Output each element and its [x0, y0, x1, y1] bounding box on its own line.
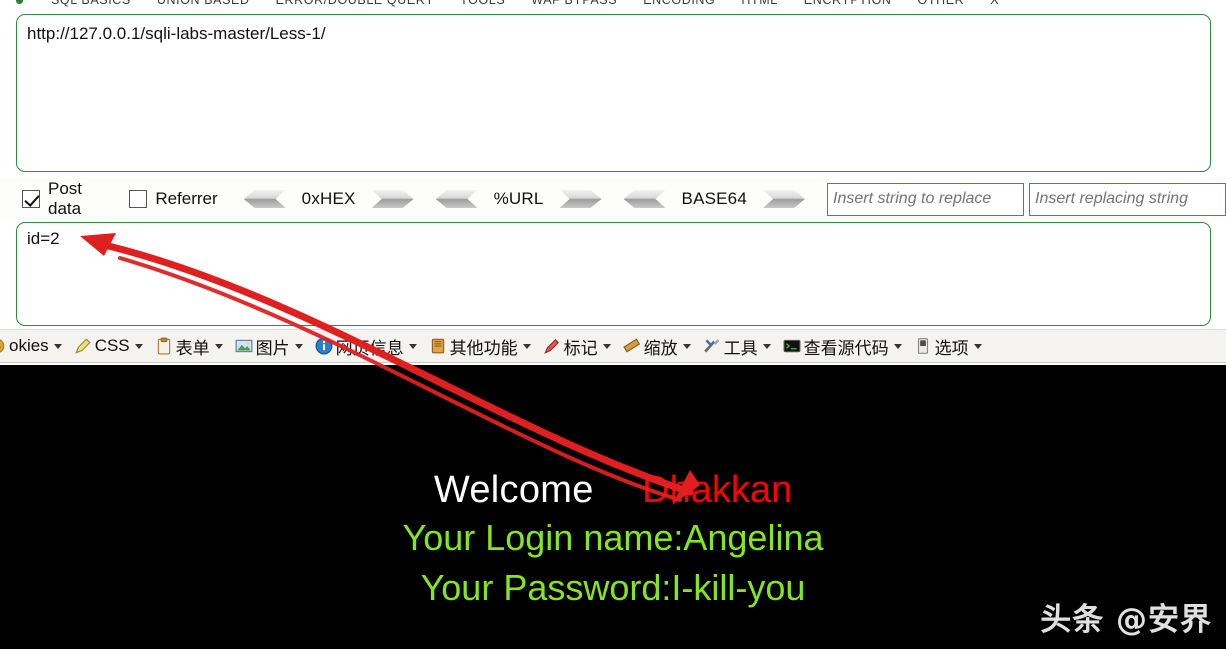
ext-item-other-functions[interactable]: 其他功能 [429, 334, 531, 359]
base64-encode-arrow-right-icon[interactable] [763, 190, 805, 208]
hex-decode-arrow-left-icon[interactable] [243, 190, 286, 208]
ruler-icon [622, 338, 640, 353]
welcome-row: Welcome Dhakkan [0, 469, 1226, 512]
top-menu-item-sql-basics[interactable]: SQL BASICS [51, 0, 131, 7]
terminal-icon [783, 339, 801, 353]
ext-item-zoom-label: 缩放 [643, 338, 678, 358]
converter-url: %URL [435, 189, 602, 209]
watermark: 头条 @安界 [1040, 602, 1212, 638]
pencil-icon [74, 338, 91, 354]
ext-item-cookies-label: okies [9, 336, 49, 355]
top-menu-item-error-double-query[interactable]: ERROR/DOUBLE QUERY [276, 0, 435, 7]
chevron-down-icon [522, 343, 531, 349]
chevron-down-icon [682, 343, 691, 349]
replacing-string-input[interactable] [1029, 182, 1226, 216]
chevron-down-icon [408, 343, 417, 349]
ext-item-options-label: 选项 [934, 338, 969, 358]
top-menu-items: SQL BASICS UNION BASED ERROR/DOUBLE QUER… [0, 0, 999, 7]
switch-icon [917, 338, 928, 354]
ext-item-tools-label: 工具 [723, 338, 758, 358]
top-menu-item-tools[interactable]: TOOLS [460, 0, 505, 7]
ext-item-view-source[interactable]: 查看源代码 [783, 334, 902, 359]
picture-icon [235, 339, 253, 353]
url-decode-arrow-left-icon[interactable] [435, 190, 478, 208]
base64-label: BASE64 [681, 189, 747, 208]
chevron-down-icon [214, 343, 223, 349]
ext-item-tools[interactable]: 工具 [703, 334, 771, 359]
referrer-checkbox-box[interactable] [129, 190, 148, 208]
rendered-page: Welcome Dhakkan Your Login name:Angelina… [0, 365, 1226, 649]
post-data-label: Post data [48, 179, 83, 218]
chevron-down-icon [762, 343, 771, 349]
ext-item-form[interactable]: 表单 [155, 334, 223, 359]
ext-item-css[interactable]: CSS [74, 336, 143, 356]
ext-item-cookies[interactable]: okies [0, 336, 62, 356]
base64-decode-arrow-left-icon[interactable] [623, 190, 666, 208]
url-textarea-value: http://127.0.0.1/sqli-labs-master/Less-1… [27, 24, 326, 43]
url-label: %URL [493, 189, 544, 208]
extension-toolbar: okies CSS 表单 图片 网页信息 其他功能 标记 缩放 工具 查看源代码… [0, 329, 1226, 363]
top-menu-item-encoding[interactable]: ENCODING [643, 0, 715, 7]
hex-encode-arrow-right-icon[interactable] [371, 190, 414, 208]
ext-item-page-info-label: 网页信息 [335, 338, 404, 358]
converter-hex: 0xHEX [243, 189, 414, 209]
ext-item-css-label: CSS [94, 336, 130, 355]
ext-item-images-label: 图片 [255, 338, 290, 358]
ext-item-view-source-label: 查看源代码 [803, 338, 889, 358]
app-root: SQL BASICS UNION BASED ERROR/DOUBLE QUER… [0, 0, 1226, 649]
replace-string-input[interactable] [827, 182, 1024, 216]
chevron-down-icon [893, 343, 902, 349]
welcome-name: Dhakkan [642, 469, 793, 511]
cookie-icon [0, 339, 5, 353]
login-name-line: Your Login name:Angelina [402, 517, 824, 558]
ext-item-form-label: 表单 [175, 338, 210, 358]
wrench-icon [703, 339, 719, 353]
book-icon [431, 338, 444, 354]
post-data-checkbox[interactable]: Post data [22, 179, 103, 219]
top-menu-item-x[interactable]: X [990, 0, 999, 7]
top-menu-item-encryption[interactable]: ENCRYPTION [804, 0, 892, 7]
info-icon [315, 337, 333, 355]
referrer-checkbox[interactable]: Referrer [129, 189, 218, 209]
status-dot-icon [16, 0, 23, 4]
post-data-textarea[interactable]: id=2 [16, 222, 1211, 326]
url-encode-arrow-right-icon[interactable] [559, 190, 602, 208]
ext-item-other-functions-label: 其他功能 [449, 338, 518, 358]
ext-item-images[interactable]: 图片 [235, 334, 303, 359]
ext-item-mark-label: 标记 [563, 338, 598, 358]
options-toolbar: Post data Referrer 0xHEX %URL BASE64 [0, 178, 1226, 220]
top-menu-item-html[interactable]: HTML [741, 0, 777, 7]
chevron-down-icon [973, 343, 982, 349]
chevron-down-icon [53, 343, 62, 349]
top-menu-bar: SQL BASICS UNION BASED ERROR/DOUBLE QUER… [0, 0, 1226, 12]
ext-item-mark[interactable]: 标记 [543, 334, 611, 359]
hex-label: 0xHEX [301, 189, 356, 208]
ext-item-options[interactable]: 选项 [914, 334, 982, 359]
ext-item-zoom[interactable]: 缩放 [622, 334, 691, 359]
chevron-down-icon [602, 343, 611, 349]
top-menu-item-union-based[interactable]: UNION BASED [157, 0, 250, 7]
post-data-textarea-value: id=2 [27, 229, 60, 248]
clipboard-icon [157, 337, 170, 355]
pencil-red-icon [543, 339, 559, 354]
welcome-word: Welcome [433, 469, 594, 511]
top-menu-item-waf-bypass[interactable]: WAF BYPASS [531, 0, 617, 7]
chevron-down-icon [294, 343, 303, 349]
top-menu-item-other[interactable]: OTHER [918, 0, 965, 7]
url-textarea[interactable]: http://127.0.0.1/sqli-labs-master/Less-1… [16, 14, 1211, 172]
referrer-label: Referrer [155, 189, 218, 208]
chevron-down-icon [134, 343, 143, 349]
converter-base64: BASE64 [623, 189, 805, 209]
post-data-checkbox-box[interactable] [22, 190, 40, 208]
ext-item-page-info[interactable]: 网页信息 [315, 334, 417, 359]
